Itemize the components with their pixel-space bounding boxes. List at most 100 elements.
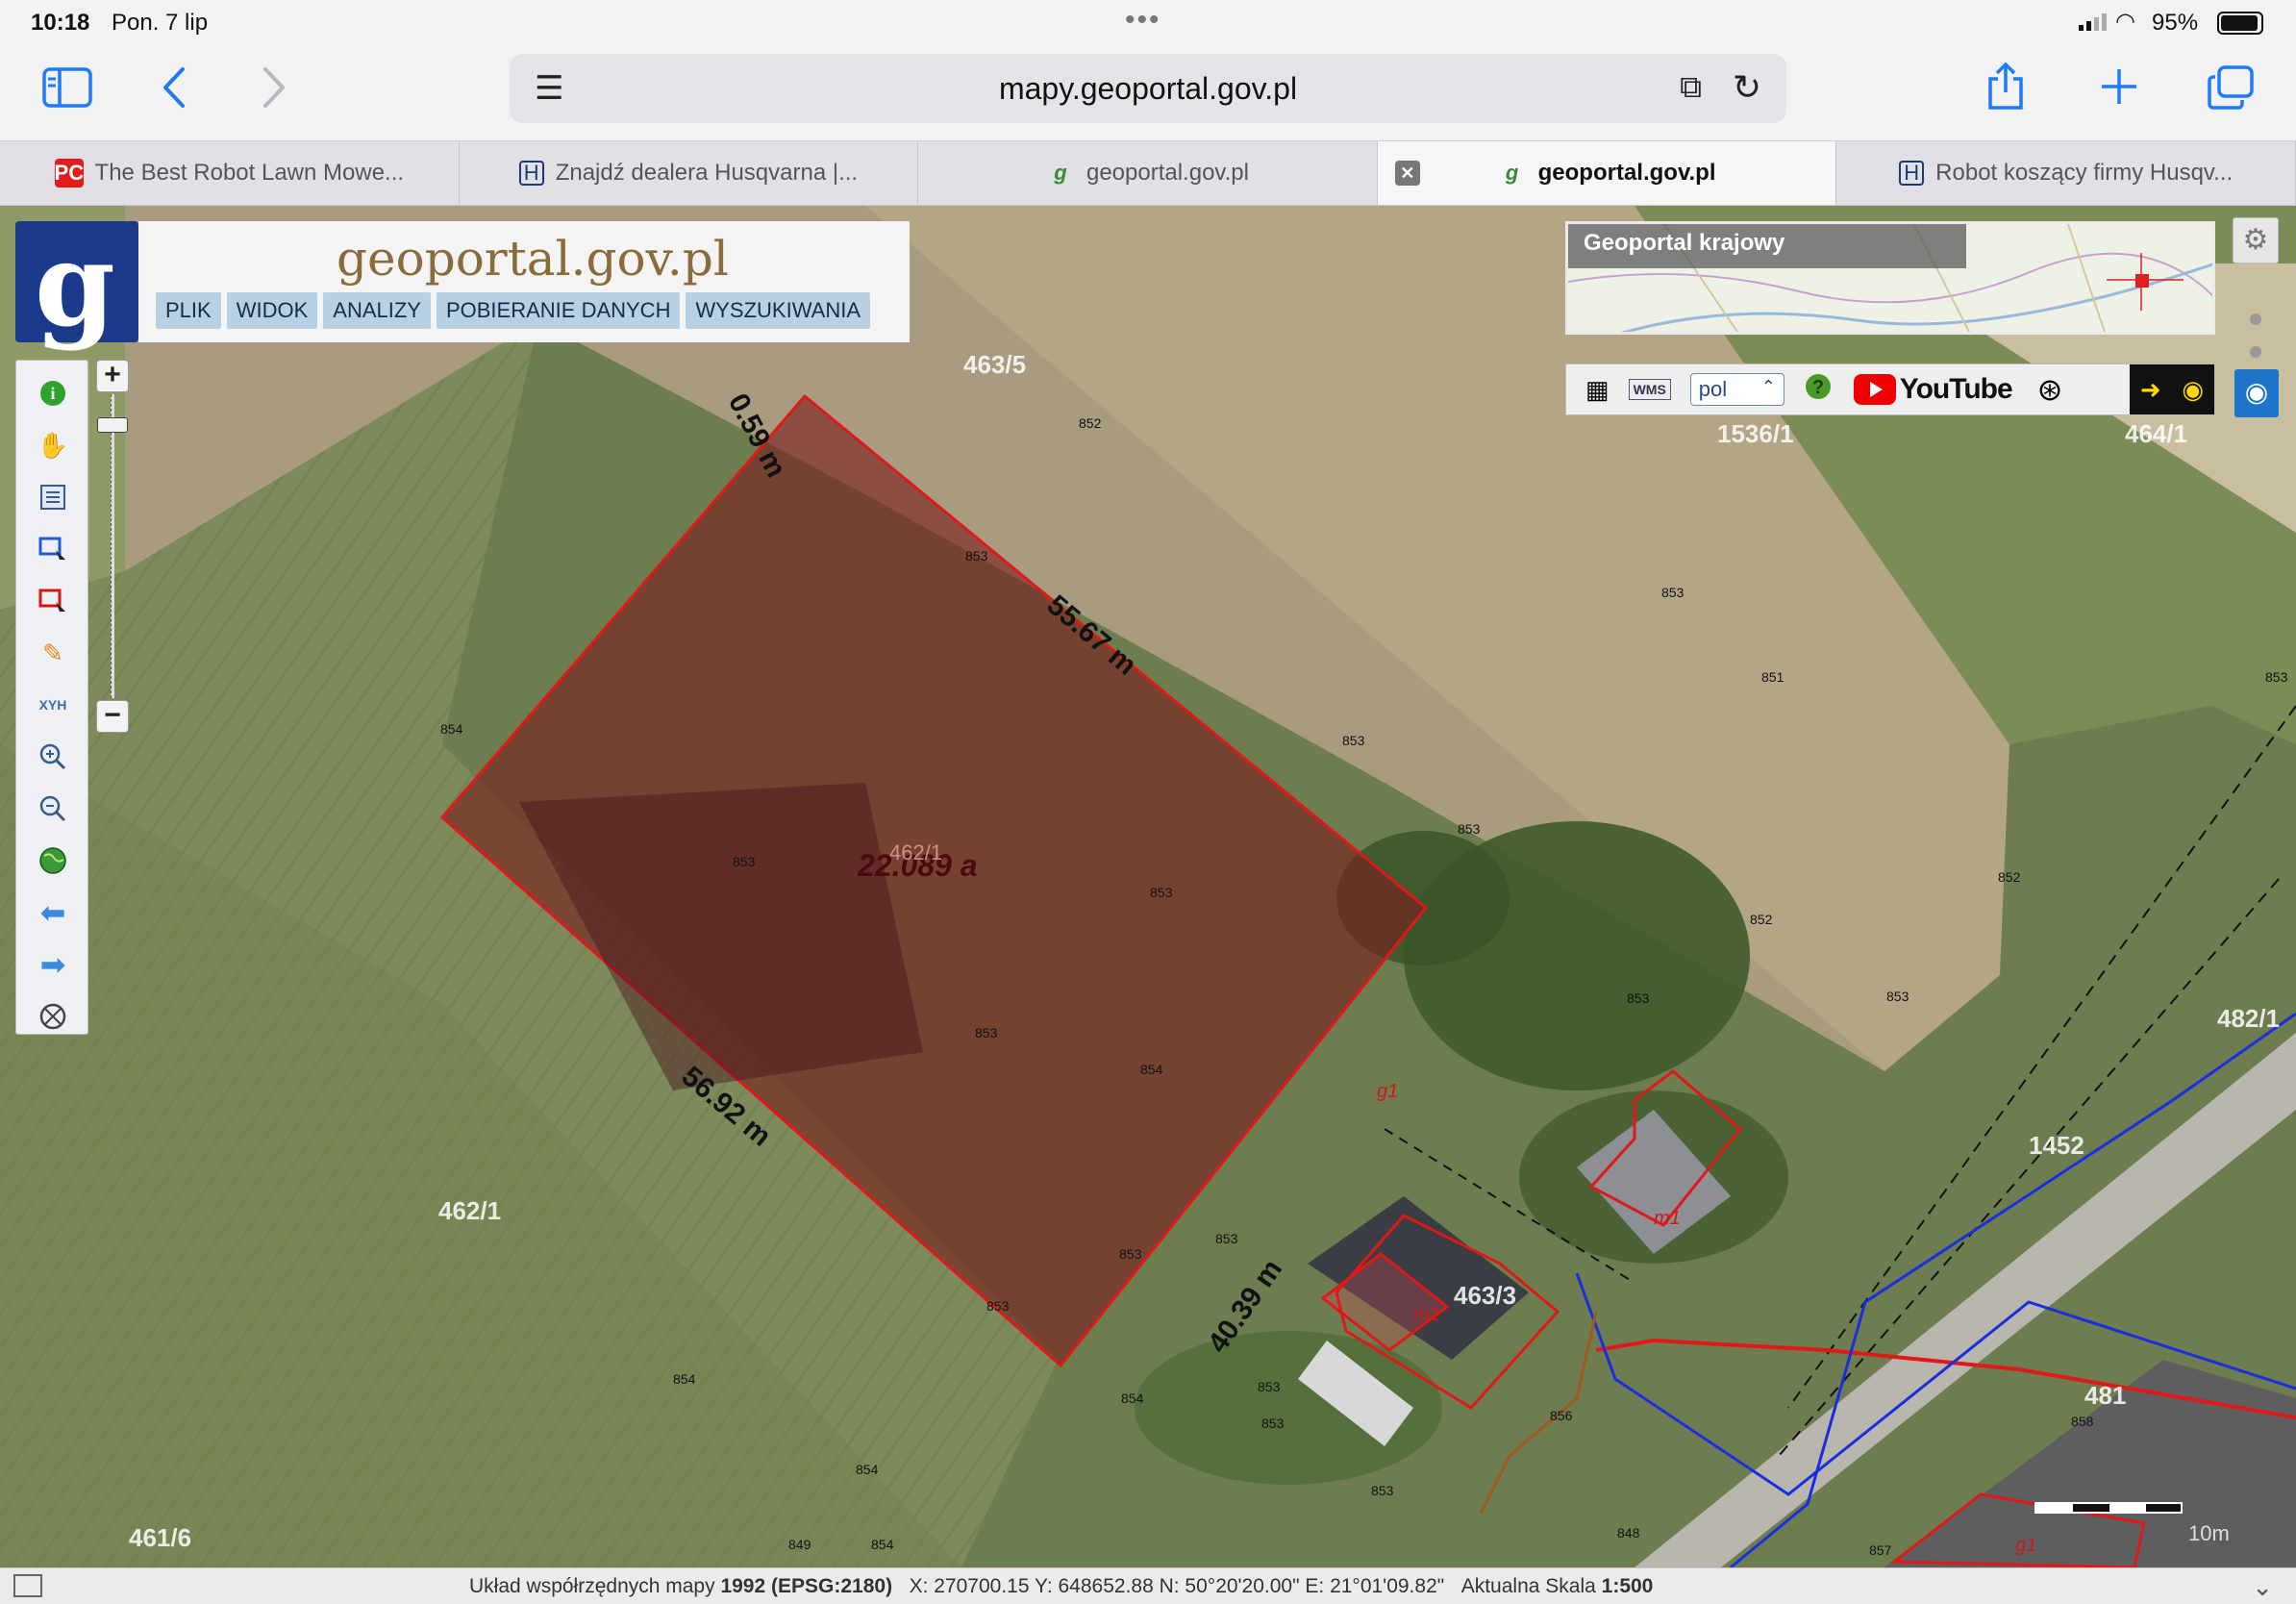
geoportal-g-icon: g bbox=[35, 217, 115, 353]
close-tab-icon[interactable]: ✕ bbox=[1394, 161, 1420, 186]
tab-husqvarna-dealer[interactable]: H Znajdź dealera Husqvarna |... bbox=[460, 141, 919, 205]
spot-height: 854 bbox=[440, 721, 463, 737]
geoportal-logo[interactable]: g bbox=[15, 217, 138, 353]
building-label: m1 bbox=[1654, 1208, 1681, 1229]
high-contrast-button[interactable]: ➜ ◉ bbox=[2130, 364, 2214, 414]
layers-list-icon[interactable]: ▦ bbox=[1585, 375, 1610, 405]
youtube-play-icon bbox=[1853, 374, 1896, 405]
url-text[interactable]: mapy.geoportal.gov.pl bbox=[510, 71, 1786, 107]
menu-plik[interactable]: PLIK bbox=[156, 292, 221, 329]
tab-geoportal-active[interactable]: ✕ g geoportal.gov.pl bbox=[1377, 141, 1837, 205]
plus-icon[interactable] bbox=[2100, 67, 2138, 113]
svg-text:i: i bbox=[50, 384, 55, 403]
multitasking-dots-icon[interactable]: ••• bbox=[1125, 4, 1161, 37]
address-bar[interactable]: ☰ mapy.geoportal.gov.pl ⧉ ↻ bbox=[510, 54, 1786, 123]
spot-height: 853 bbox=[1119, 1246, 1142, 1262]
settings-gear-icon[interactable]: ⚙ bbox=[2233, 217, 2279, 263]
battery-percent: 95% bbox=[2152, 10, 2199, 36]
select-chevron-icon: ⌃ bbox=[1760, 377, 1776, 396]
scale-bar: 10m bbox=[2034, 1502, 2230, 1545]
spot-height: 854 bbox=[1121, 1391, 1144, 1406]
status-date: Pon. 7 lip bbox=[112, 10, 209, 36]
spot-height: 853 bbox=[986, 1298, 1010, 1314]
arrow-left-icon[interactable]: ⬅ bbox=[36, 895, 70, 930]
youtube-button[interactable]: YouTube bbox=[1853, 373, 2013, 406]
parcel-number: 1536/1 bbox=[1717, 419, 1794, 448]
brand-title: geoportal.gov.pl bbox=[337, 231, 729, 287]
zoom-plus-button[interactable]: + bbox=[96, 360, 129, 392]
spot-height: 854 bbox=[871, 1537, 894, 1552]
mini-dot-icon[interactable] bbox=[2250, 346, 2261, 358]
map-canvas[interactable]: 0.59 m 55.67 m 56.92 m 40.39 m 22.089 a … bbox=[0, 206, 2296, 1567]
chevron-left-icon[interactable] bbox=[160, 65, 188, 116]
spot-height: 853 bbox=[1627, 990, 1650, 1006]
spot-height: 853 bbox=[1458, 821, 1481, 837]
spot-height: 854 bbox=[856, 1462, 879, 1477]
husqvarna-favicon-icon: H bbox=[1899, 161, 1925, 186]
expand-panel-icon[interactable] bbox=[13, 1574, 42, 1597]
geoportal-favicon-icon: g bbox=[1505, 161, 1519, 185]
menu-analizy[interactable]: ANALIZY bbox=[323, 292, 431, 329]
building-label: m1 bbox=[1413, 1304, 1440, 1325]
legend-icon[interactable] bbox=[36, 480, 70, 514]
arrow-right-icon[interactable]: ➡ bbox=[36, 947, 70, 982]
tab-geoportal-1[interactable]: g geoportal.gov.pl bbox=[918, 141, 1378, 205]
full-extent-icon[interactable] bbox=[36, 999, 70, 1034]
reload-icon[interactable]: ↻ bbox=[1733, 67, 1761, 108]
visibility-eye-icon[interactable]: ◉ bbox=[2234, 369, 2279, 417]
parcel-number: 463/3 bbox=[1454, 1281, 1517, 1310]
accessibility-icon[interactable]: ⊛ bbox=[2037, 371, 2063, 408]
pencil-icon[interactable]: ✎ bbox=[36, 636, 70, 670]
zoom-slider[interactable]: + − bbox=[96, 360, 129, 735]
zoom-track[interactable] bbox=[111, 394, 114, 698]
pan-hand-icon[interactable]: ✋ bbox=[36, 428, 70, 463]
zoom-in-icon[interactable] bbox=[36, 739, 70, 774]
cursor-coordinates: X: 270700.15 Y: 648652.88 N: 50°20'20.00… bbox=[909, 1575, 1445, 1597]
zoom-minus-button[interactable]: − bbox=[96, 700, 129, 733]
menu-wyszukiwania[interactable]: WYSZUKIWANIA bbox=[686, 292, 870, 329]
share-icon[interactable] bbox=[1984, 62, 2027, 118]
spot-height: 852 bbox=[1998, 869, 2021, 885]
xyh-icon[interactable]: XYH bbox=[36, 688, 70, 722]
coordinate-text: Układ współrzędnych mapy 1992 (EPSG:2180… bbox=[469, 1575, 1653, 1598]
spot-height: 853 bbox=[1342, 733, 1365, 748]
tab-title: geoportal.gov.pl bbox=[1537, 160, 1716, 186]
info-icon[interactable]: i bbox=[36, 376, 70, 411]
zoom-knob[interactable] bbox=[97, 417, 128, 433]
spot-height: 853 bbox=[733, 854, 756, 869]
tab-husqvarna-robot[interactable]: H Robot koszący firmy Husqv... bbox=[1836, 141, 2296, 205]
mini-dot-icon[interactable] bbox=[2250, 313, 2261, 325]
parcel-id-label: 462/1 bbox=[889, 840, 943, 865]
coordinate-bar: Układ współrzędnych mapy 1992 (EPSG:2180… bbox=[0, 1567, 2296, 1604]
select-area-red-icon[interactable] bbox=[36, 584, 70, 618]
help-icon[interactable]: ? bbox=[1804, 372, 1833, 408]
parcel-number: 481 bbox=[2084, 1381, 2127, 1410]
globe-icon[interactable] bbox=[36, 843, 70, 878]
right-toolbar: ▦ WMS pol ⌃ ? YouTube ⊛ ➜ ◉ bbox=[1565, 363, 2215, 415]
chevron-down-icon[interactable]: ⌄ bbox=[2252, 1572, 2273, 1602]
language-select[interactable]: pol ⌃ bbox=[1689, 373, 1784, 406]
spot-height: 853 bbox=[2265, 669, 2288, 685]
zoom-out-icon[interactable] bbox=[36, 791, 70, 826]
tab-title: Znajdź dealera Husqvarna |... bbox=[555, 160, 859, 186]
browser-toolbar: ☰ mapy.geoportal.gov.pl ⧉ ↻ bbox=[0, 48, 2296, 140]
parcel-number: 463/5 bbox=[963, 350, 1027, 379]
pc-favicon-icon: PC bbox=[54, 159, 84, 188]
wms-icon[interactable]: WMS bbox=[1628, 379, 1671, 400]
extension-icon[interactable]: ⧉ bbox=[1680, 69, 1702, 106]
overview-map[interactable]: Geoportal krajowy bbox=[1565, 221, 2215, 335]
tabs-overview-icon[interactable] bbox=[2208, 65, 2254, 116]
cellular-signal-icon bbox=[2079, 13, 2107, 31]
tab-robot-lawn-mower[interactable]: PC The Best Robot Lawn Mowe... bbox=[0, 141, 460, 205]
spot-height: 853 bbox=[1661, 585, 1685, 600]
sidebar-icon[interactable] bbox=[42, 67, 92, 114]
overview-label: Geoportal krajowy bbox=[1568, 224, 1966, 268]
menu-widok[interactable]: WIDOK bbox=[226, 292, 318, 329]
parcel-number: 1452 bbox=[2029, 1131, 2084, 1160]
spot-height: 853 bbox=[1215, 1231, 1238, 1246]
menu-pobieranie-danych[interactable]: POBIERANIE DANYCH bbox=[436, 292, 681, 329]
right-mini-controls bbox=[2236, 292, 2275, 379]
select-area-blue-icon[interactable] bbox=[36, 532, 70, 566]
chevron-right-icon[interactable] bbox=[260, 65, 288, 116]
tab-title: The Best Robot Lawn Mowe... bbox=[94, 160, 405, 186]
